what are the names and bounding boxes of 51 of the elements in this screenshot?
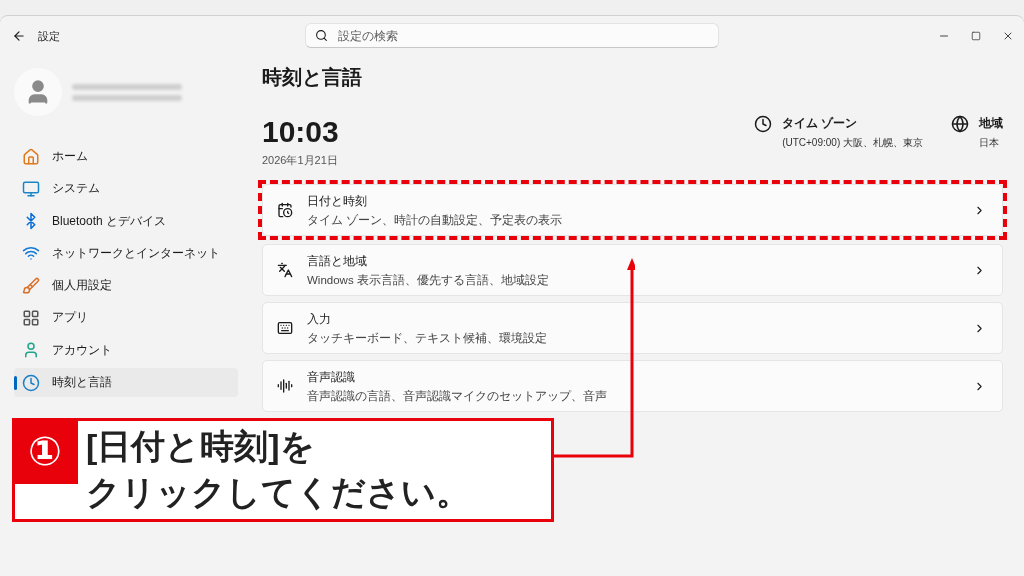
card-title: 言語と地域 (307, 252, 368, 270)
globe-icon (951, 115, 969, 133)
apps-icon (22, 309, 40, 327)
info-value: (UTC+09:00) 大阪、札幌、東京 (782, 136, 923, 150)
speech-icon (277, 378, 293, 394)
step-number: ① (12, 418, 78, 484)
card-subtitle: 音声認識の言語、音声認識マイクのセットアップ、音声 (307, 388, 608, 404)
callout-text: クリックしてください。 (86, 472, 470, 513)
keyboard-icon (277, 320, 293, 336)
sidebar-item[interactable]: ネットワークとインターネット (14, 238, 238, 268)
sidebar-item[interactable]: ホーム (14, 142, 238, 171)
current-date: 2026年1月21日 (262, 153, 339, 168)
avatar (14, 68, 62, 116)
settings-card[interactable]: 言語と地域 Windows 表示言語、優先する言語、地域設定 (262, 244, 1003, 296)
current-time: 10:03 (262, 115, 339, 149)
card-subtitle: タイム ゾーン、時計の自動設定、予定表の表示 (307, 212, 564, 228)
sidebar-item[interactable]: アプリ (14, 303, 238, 333)
selection-indicator (14, 376, 17, 391)
callout-text: [日付と時刻]を (86, 426, 316, 467)
sidebar-item[interactable]: Bluetooth とデバイス (14, 206, 238, 236)
sidebar-item[interactable]: 時刻と言語 (14, 368, 238, 398)
sidebar-item[interactable]: アカウント (14, 335, 238, 365)
monitor-icon (22, 179, 40, 198)
language-icon (277, 262, 293, 278)
card-subtitle: Windows 表示言語、優先する言語、地域設定 (307, 272, 550, 288)
calendar-clock-icon (277, 202, 293, 218)
home-icon (22, 147, 40, 166)
wifi-icon (22, 244, 40, 263)
info-value: 日本 (979, 136, 1000, 150)
settings-card[interactable]: 音声認識 音声認識の言語、音声認識マイクのセットアップ、音声 (262, 360, 1003, 412)
back-icon[interactable] (12, 29, 26, 43)
info-label: 地域 (979, 115, 1003, 132)
card-title: 音声認識 (307, 368, 356, 386)
clock-icon (754, 115, 773, 133)
sidebar-item[interactable]: システム (14, 174, 238, 204)
settings-card[interactable]: 入力 タッチキーボード、テキスト候補、環境設定 (262, 302, 1003, 354)
settings-card[interactable]: 日付と時刻 タイム ゾーン、時計の自動設定、予定表の表示 (262, 184, 1003, 236)
search-field[interactable]: 設定の検索 (305, 23, 719, 48)
close-icon[interactable] (1002, 30, 1014, 42)
card-title: 日付と時刻 (307, 192, 368, 210)
card-subtitle: タッチキーボード、テキスト候補、環境設定 (307, 330, 548, 346)
sidebar-item[interactable]: 個人用設定 (14, 271, 238, 301)
search-icon (315, 29, 328, 42)
window-title: 設定 (38, 28, 60, 44)
maximize-icon[interactable] (971, 31, 981, 41)
person-icon (22, 341, 40, 360)
card-title: 入力 (307, 310, 332, 328)
brush-icon (22, 276, 40, 295)
page-title: 時刻と言語 (262, 65, 363, 90)
info-label: タイム ゾーン (782, 115, 859, 132)
clock-icon (22, 373, 40, 392)
